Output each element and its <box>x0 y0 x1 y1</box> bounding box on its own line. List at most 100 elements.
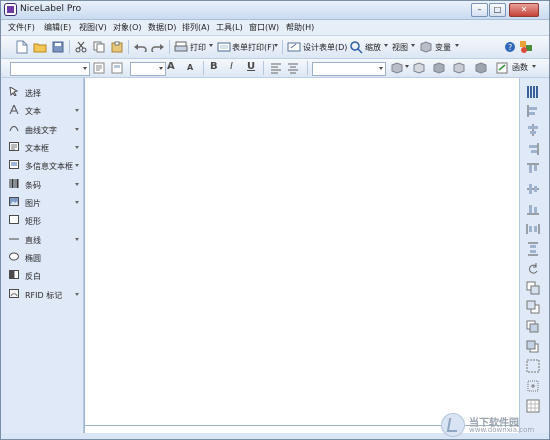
send-backward-icon[interactable] <box>526 340 540 354</box>
tool-line[interactable]: 直线 <box>9 233 79 245</box>
tool-ellipse[interactable]: 椭圆 <box>9 251 79 263</box>
tool-rfid[interactable]: RFID 标记 <box>9 288 79 300</box>
distribute-horizontal-icon[interactable] <box>526 222 540 236</box>
variables-label[interactable]: 变量 <box>435 42 451 53</box>
design-form-label[interactable]: 设计表单(D) <box>303 42 347 53</box>
format-painter-icon[interactable] <box>109 60 125 76</box>
tool-select[interactable]: 选择 <box>9 86 79 98</box>
form-print-dropdown-icon[interactable] <box>274 44 278 47</box>
italic-button[interactable]: I <box>230 61 233 72</box>
variables-dropdown-icon[interactable] <box>455 44 459 47</box>
tool-rectangle[interactable]: 矩形 <box>9 214 79 226</box>
cube-dropdown-icon[interactable] <box>405 65 409 68</box>
tool-picture[interactable]: 图片 <box>9 196 79 208</box>
cut-icon[interactable] <box>73 39 89 55</box>
color-palette-icon[interactable] <box>526 85 540 99</box>
tool-rich-text[interactable]: 多信息文本框 <box>9 159 79 171</box>
align-center-icon[interactable] <box>285 60 301 76</box>
tool-text[interactable]: 文本 <box>9 104 79 116</box>
save-icon[interactable] <box>50 39 66 55</box>
tool-rfid-dropdown-icon[interactable] <box>75 293 79 296</box>
underline-button[interactable]: U <box>247 61 255 72</box>
tool-picture-dropdown-icon[interactable] <box>75 201 79 204</box>
restore-button[interactable]: □ <box>489 3 506 17</box>
print-dropdown-icon[interactable] <box>209 44 213 47</box>
bring-front-icon[interactable] <box>526 281 540 295</box>
menu-view[interactable]: 视图(V) <box>79 22 107 33</box>
object-group-icon[interactable] <box>473 60 489 76</box>
copy-icon[interactable] <box>91 39 107 55</box>
printer-icon[interactable] <box>173 39 189 55</box>
bring-forward-icon[interactable] <box>526 320 540 334</box>
style-select[interactable] <box>312 62 386 76</box>
tool-inverse[interactable]: 反白 <box>9 269 79 281</box>
tool-text-box[interactable]: 文本框 <box>9 141 79 153</box>
text-box-icon <box>9 142 19 151</box>
menu-window[interactable]: 窗口(W) <box>249 22 279 33</box>
menu-file[interactable]: 文件(F) <box>8 22 35 33</box>
form-print-label[interactable]: 表单打印(F) <box>232 42 275 53</box>
tool-curved-text[interactable]: 曲线文字 <box>9 123 79 135</box>
menu-edit[interactable]: 编辑(E) <box>44 22 71 33</box>
function-dropdown-icon[interactable] <box>532 65 536 68</box>
object-front-icon[interactable] <box>411 60 427 76</box>
object-lock-icon[interactable] <box>451 60 467 76</box>
close-button[interactable]: ✕ <box>509 3 539 17</box>
form-print-icon[interactable] <box>216 39 232 55</box>
tool-line-dropdown-icon[interactable] <box>75 238 79 241</box>
menu-object[interactable]: 对象(O) <box>113 22 142 33</box>
send-back-icon[interactable] <box>526 300 540 314</box>
align-right-icon[interactable] <box>526 142 540 156</box>
tool-text-box-dropdown-icon[interactable] <box>75 146 79 149</box>
paste-icon[interactable] <box>109 39 125 55</box>
align-middle-icon[interactable] <box>526 182 540 196</box>
rotate-icon[interactable] <box>526 262 540 276</box>
align-center-horizontal-icon[interactable] <box>526 123 540 137</box>
menu-arrange[interactable]: 排列(A) <box>182 22 210 33</box>
function-icon[interactable] <box>494 60 510 76</box>
design-canvas[interactable] <box>84 78 520 433</box>
zoom-dropdown-icon[interactable] <box>384 44 388 47</box>
print-label[interactable]: 打印 <box>190 42 206 53</box>
decrease-font-icon[interactable]: A <box>187 63 193 72</box>
minimize-button[interactable]: – <box>471 3 488 17</box>
zoom-icon[interactable] <box>348 39 364 55</box>
new-document-icon[interactable] <box>14 39 30 55</box>
font-name-select[interactable] <box>10 62 90 76</box>
grid-icon[interactable] <box>526 399 540 413</box>
object-back-icon[interactable] <box>431 60 447 76</box>
menu-help[interactable]: 帮助(H) <box>286 22 314 33</box>
tool-barcode[interactable]: 条码 <box>9 178 79 190</box>
tool-rich-text-label: 多信息文本框 <box>25 162 73 171</box>
tool-text-dropdown-icon[interactable] <box>75 109 79 112</box>
tool-rich-text-dropdown-icon[interactable] <box>75 164 79 167</box>
undo-icon[interactable] <box>132 39 148 55</box>
tool-curved-text-dropdown-icon[interactable] <box>75 128 79 131</box>
align-bottom-icon[interactable] <box>526 202 540 216</box>
help-icon[interactable]: ? <box>502 39 518 55</box>
assistant-icon[interactable] <box>518 39 534 55</box>
bold-button[interactable]: B <box>210 61 218 72</box>
increase-font-icon[interactable]: A <box>167 61 175 72</box>
design-form-icon[interactable] <box>286 39 302 55</box>
group-icon[interactable] <box>526 359 540 373</box>
menu-tools[interactable]: 工具(L) <box>216 22 243 33</box>
cube-icon[interactable] <box>389 60 405 76</box>
function-label[interactable]: 函数 <box>512 62 528 73</box>
paragraph-icon[interactable] <box>91 60 107 76</box>
ungroup-icon[interactable] <box>526 379 540 393</box>
menu-data[interactable]: 数据(D) <box>148 22 176 33</box>
variables-icon[interactable] <box>418 39 434 55</box>
tool-barcode-dropdown-icon[interactable] <box>75 183 79 186</box>
view-dropdown-icon[interactable] <box>411 44 415 47</box>
font-size-select[interactable] <box>130 62 166 76</box>
align-left-icon[interactable] <box>526 104 540 118</box>
open-folder-icon[interactable] <box>32 39 48 55</box>
redo-icon[interactable] <box>150 39 166 55</box>
zoom-label[interactable]: 缩放 <box>365 42 381 53</box>
distribute-vertical-icon[interactable] <box>526 242 540 256</box>
tool-barcode-label: 条码 <box>25 181 41 190</box>
align-top-icon[interactable] <box>526 162 540 176</box>
align-left-icon[interactable] <box>268 60 284 76</box>
view-label[interactable]: 视图 <box>392 42 408 53</box>
